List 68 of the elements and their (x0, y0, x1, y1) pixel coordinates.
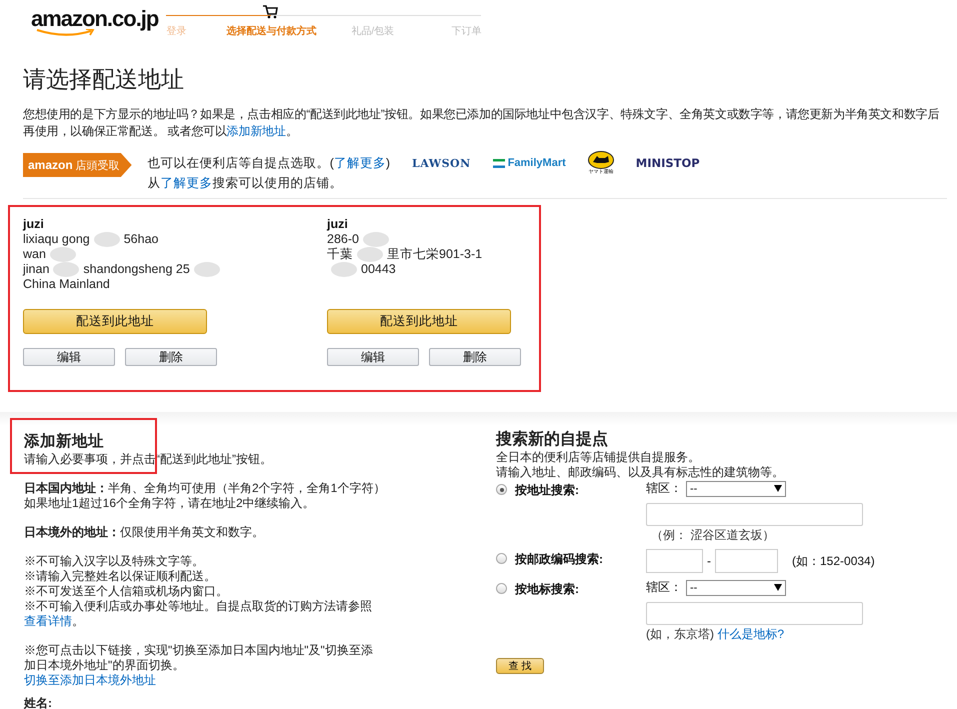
note-text: ※不可发送至个人信箱或机场内窗口。 (24, 584, 229, 599)
postal-code-field[interactable] (646, 549, 703, 573)
address-line: lixiaqu gong 56hao (23, 232, 160, 247)
recipient-name: juzi (23, 217, 45, 232)
cart-icon (262, 5, 278, 19)
edit-button[interactable]: 编辑 (327, 348, 419, 366)
address-line: China Mainland (23, 277, 111, 292)
page-title: 请选择配送地址 (23, 65, 185, 94)
blur-mark (53, 262, 80, 277)
amazon-logo[interactable]: amazon.co.jp (31, 6, 158, 37)
landmark-help-link[interactable]: 什么是地标? (717, 627, 784, 641)
instruction-text: 如果地址1超过16个全角字符，请在地址2中继续输入。 (24, 496, 316, 511)
radio-button[interactable] (496, 553, 507, 564)
search-button[interactable]: 查 找 (496, 658, 544, 674)
dropdown-arrow-icon (774, 485, 782, 492)
field-label: 姓名: (24, 696, 53, 709)
hint-text: (如：152-0034) (792, 552, 875, 570)
note-text: ※不可输入汉字以及特殊文字等。 (24, 554, 205, 569)
intro-text: 您想使用的是下方显示的地址吗？如果是，点击相应的“配送到此地址”按钮。如果您已添加的国际地址中包含汉字、特殊文字、全角英文或数字等，请您更新为半角英文和数字后再使用，以确保正常配送。 或者您可以添加新地址。 (23, 106, 940, 140)
description-text: 全日本的便利店等店铺提供自提服务。 (496, 450, 701, 465)
ship-here-button[interactable]: 配送到此地址 (23, 309, 207, 334)
district-dropdown[interactable]: -- (686, 480, 786, 496)
field-label: 辖区： (646, 480, 682, 497)
pickup-text: 也可以在便利店等自提点选取。(了解更多) (148, 155, 390, 172)
option-label: 按地址搜索: (515, 482, 579, 499)
dash-text: - (707, 554, 711, 568)
note-text: ※请输入完整姓名以保证顺利配送。 (24, 569, 217, 584)
pickup-text: 从了解更多搜索可以使用的店铺。 (148, 175, 344, 192)
edit-button[interactable]: 编辑 (23, 348, 115, 366)
section-title: 搜索新的自提点 (496, 430, 609, 450)
radio-button[interactable] (496, 583, 507, 594)
delete-button[interactable]: 删除 (429, 348, 521, 366)
domestic-rule-text: 日本国内地址：半角、全角均可使用（半角2个字符，全角1个字符） (24, 481, 386, 496)
store-logo: FamilyMart (492, 157, 566, 169)
overseas-rule-text: 日本境外的地址：仅限使用半角英文和数字。 (24, 525, 265, 540)
district-dropdown[interactable]: -- (686, 580, 786, 596)
radio-button[interactable] (496, 484, 507, 495)
address-line: jinan shandongsheng 25 (23, 262, 327, 277)
field-label: 辖区： (646, 579, 682, 596)
postal-code-field[interactable] (715, 549, 778, 573)
input-field[interactable] (646, 602, 863, 625)
pickup-badge: amazon 店頭受取 (23, 153, 132, 177)
address-line: 00443 (327, 262, 527, 277)
store-logo: LAWSON (412, 156, 471, 170)
hint-text: (如，东京塔) 什么是地标? (646, 626, 786, 642)
blur-mark (357, 247, 383, 262)
address-line: 286-0 (327, 232, 527, 247)
dropdown-arrow-icon (774, 584, 782, 591)
note-text: ※不可输入便利店或办事处等地址。自提点取货的订购方法请参照 查看详情。 (24, 599, 373, 629)
store-logo: MINISTOP (636, 156, 700, 170)
section-title: 添加新地址 (24, 432, 104, 452)
address-line: wan (23, 247, 327, 262)
learn-more-link[interactable]: 了解更多 (334, 156, 386, 170)
recipient-name: juzi (327, 217, 349, 232)
blur-mark (94, 232, 120, 247)
hint-text: （例： 涩谷区道玄坂） (650, 527, 776, 543)
address-line: 千葉 里市七栄901-3-1 (327, 247, 484, 262)
switch-link[interactable]: 切换至添加日本境外地址 (24, 673, 156, 688)
learn-more-link[interactable]: 了解更多 (160, 176, 213, 190)
note-text: ※您可点击以下链接，实现"切换至添加日本国内地址"及"切换至添加日本境外地址"的界面切换。 (24, 643, 374, 673)
input-field[interactable] (646, 503, 863, 526)
delete-button[interactable]: 删除 (125, 348, 217, 366)
details-link[interactable]: 查看详情 (24, 614, 72, 628)
add-address-link[interactable]: 添加新地址 (226, 124, 286, 138)
option-label: 按邮政编码搜索: (515, 551, 603, 568)
description-text: 请输入地址、邮政编码、以及具有标志性的建筑物等。 (496, 465, 785, 480)
option-label: 按地标搜索: (515, 581, 579, 598)
ship-here-button[interactable]: 配送到此地址 (327, 309, 511, 334)
